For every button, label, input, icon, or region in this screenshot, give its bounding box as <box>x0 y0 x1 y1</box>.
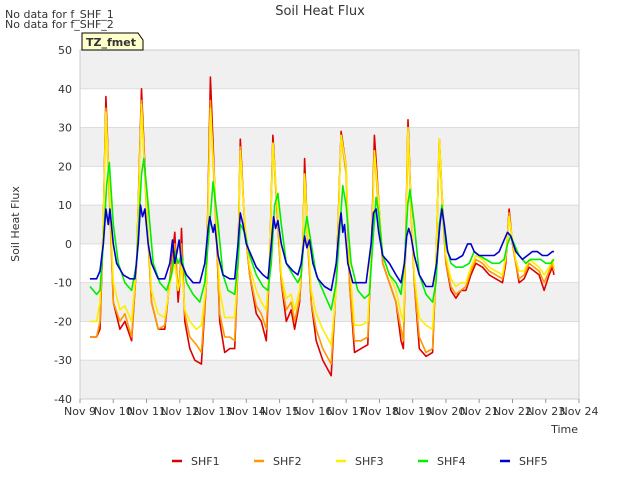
soil-heat-flux-chart: -40-30-20-1001020304050 Nov 9Nov 10Nov 1… <box>0 0 640 480</box>
legend-label-shf2: SHF2 <box>273 455 302 468</box>
tz-badge: TZ_fmet <box>81 32 144 51</box>
y-tick-label: 20 <box>58 160 72 173</box>
plot-bands <box>80 50 579 399</box>
y-tick-label: -20 <box>54 315 72 328</box>
legend-label-shf5: SHF5 <box>519 455 548 468</box>
y-tick-label: 30 <box>58 122 72 135</box>
y-tick-label: 50 <box>58 44 72 57</box>
y-tick-label: 10 <box>58 199 72 212</box>
legend-label-shf4: SHF4 <box>437 455 466 468</box>
y-tick-label: 0 <box>65 238 72 251</box>
legend-label-shf3: SHF3 <box>355 455 384 468</box>
x-tick-label: Nov 24 <box>560 405 599 418</box>
y-tick-label: 40 <box>58 83 72 96</box>
tz-badge-label: TZ_fmet <box>86 36 136 49</box>
x-axis-label: Time <box>550 423 578 436</box>
y-tick-label: -30 <box>54 354 72 367</box>
no-data-note-2: No data for f_SHF_2 <box>5 18 114 31</box>
plot-band <box>80 360 579 399</box>
plot-band <box>80 88 579 128</box>
chart-title: Soil Heat Flux <box>275 4 365 19</box>
plot-band <box>80 166 579 206</box>
y-axis-label: Soil Heat Flux <box>9 186 22 262</box>
plot-band <box>80 127 579 167</box>
legend-label-shf1: SHF1 <box>191 455 220 468</box>
x-tick-label: Nov 9 <box>64 405 96 418</box>
y-tick-label: -10 <box>54 277 72 290</box>
plot-band <box>80 50 579 89</box>
